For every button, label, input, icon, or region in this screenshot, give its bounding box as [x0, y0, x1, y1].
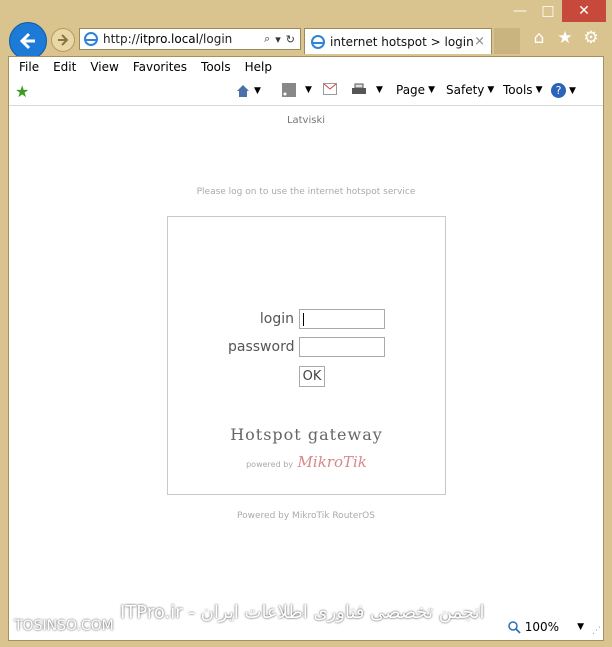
- tab-active[interactable]: internet hotspot > login ×: [304, 28, 492, 54]
- command-bar: ★ ▼ ▼ ▼ Page ▼ Safety ▼ Tools ▼ ? ▼: [9, 79, 603, 103]
- zoom-level: 100%: [524, 620, 560, 634]
- forward-arrow-icon: [58, 34, 69, 46]
- caption-buttons: — □ ✕: [506, 0, 606, 22]
- footer-powered: Powered by MikroTik RouterOS: [237, 511, 375, 521]
- watermark-center: ITPro.ir - انجمن تخصصی فناوری اطلاعات ای…: [120, 602, 485, 623]
- toolbar-divider: [9, 105, 603, 106]
- ie-tab-icon: [311, 34, 325, 49]
- menu-edit[interactable]: Edit: [53, 60, 76, 74]
- home-icon[interactable]: ⌂: [530, 28, 548, 48]
- password-input[interactable]: [299, 337, 385, 357]
- page-menu[interactable]: Page ▼: [396, 83, 435, 97]
- home-cmd-icon: [237, 85, 249, 97]
- home-command[interactable]: ▼: [235, 83, 261, 99]
- menu-view[interactable]: View: [90, 60, 118, 74]
- login-row: login: [228, 309, 385, 329]
- login-notice: Please log on to use the internet hotspo…: [196, 187, 416, 197]
- forward-button[interactable]: [51, 28, 75, 52]
- login-input[interactable]: [299, 309, 385, 329]
- tools-menu[interactable]: Tools ▼: [503, 83, 542, 97]
- zoom-control[interactable]: 100% ▼: [508, 620, 584, 634]
- toolbar-right-icons: ⌂ ★ ⚙: [530, 28, 600, 48]
- feeds-command[interactable]: ▼: [282, 83, 312, 97]
- help-menu[interactable]: ? ▼: [551, 83, 576, 98]
- password-label: password: [228, 339, 295, 355]
- menu-favorites[interactable]: Favorites: [133, 60, 187, 74]
- ie-page-icon: [84, 32, 98, 46]
- favorites-icon[interactable]: ★: [556, 28, 574, 48]
- login-label: login: [259, 311, 294, 327]
- print-command[interactable]: ▼: [351, 83, 383, 97]
- rss-icon: [282, 83, 296, 97]
- refresh-icon[interactable]: ↻: [286, 33, 295, 46]
- content-frame: File Edit View Favorites Tools Help ★ ▼ …: [8, 56, 604, 641]
- tab-title: internet hotspot > login: [330, 34, 474, 49]
- hotspot-gateway-title: Hotspot gateway: [230, 425, 383, 444]
- print-icon: [352, 83, 366, 94]
- powered-by-text: powered by: [246, 460, 293, 469]
- language-link[interactable]: Latviski: [9, 115, 603, 126]
- url-prefix: http://: [103, 32, 140, 46]
- back-arrow-icon: [19, 32, 35, 50]
- search-icon[interactable]: ⌕: [264, 32, 270, 46]
- mikrotik-logo: MikroTik: [297, 453, 367, 471]
- url-host: itpro.local: [139, 32, 199, 46]
- new-tab-button[interactable]: [494, 28, 520, 54]
- address-bar[interactable]: http://itpro.local/login ⌕ ▾ ↻: [79, 28, 301, 50]
- maximize-button[interactable]: □: [534, 0, 562, 22]
- browser-window: — □ ✕ http://itpro.local/login ⌕ ▾ ↻ int…: [0, 0, 612, 647]
- mail-command[interactable]: [323, 83, 337, 95]
- menu-bar: File Edit View Favorites Tools Help: [9, 57, 603, 77]
- url-path: /login: [199, 32, 233, 46]
- mail-icon: [323, 83, 337, 95]
- safety-menu[interactable]: Safety ▼: [446, 83, 494, 97]
- back-button[interactable]: [9, 22, 47, 60]
- menu-tools[interactable]: Tools: [201, 60, 231, 74]
- zoom-dropdown-icon[interactable]: ▼: [577, 622, 584, 632]
- minimize-button[interactable]: —: [506, 0, 534, 22]
- watermark-left: TOSINSO.COM: [14, 618, 114, 634]
- tools-menu-label: Tools: [503, 83, 533, 97]
- close-window-button[interactable]: ✕: [562, 0, 606, 22]
- zoom-icon: [508, 620, 521, 634]
- resize-grip-icon[interactable]: ⋰: [592, 626, 602, 636]
- menu-file[interactable]: File: [19, 60, 39, 74]
- dropdown-icon[interactable]: ▾: [275, 33, 281, 46]
- add-favorite-icon[interactable]: ★: [15, 82, 29, 101]
- ok-button[interactable]: OK: [299, 366, 325, 387]
- tab-close-icon[interactable]: ×: [474, 34, 485, 49]
- text-cursor: [303, 313, 304, 326]
- help-icon: ?: [551, 83, 566, 98]
- login-box: login password OK Hotspot gateway powere…: [167, 216, 446, 495]
- safety-menu-label: Safety: [446, 83, 485, 97]
- password-row: password: [228, 337, 385, 357]
- address-url[interactable]: http://itpro.local/login: [103, 32, 264, 46]
- menu-help[interactable]: Help: [245, 60, 272, 74]
- settings-icon[interactable]: ⚙: [582, 28, 600, 48]
- powered-by-logo: powered by MikroTik: [168, 453, 445, 471]
- page-menu-label: Page: [396, 83, 426, 97]
